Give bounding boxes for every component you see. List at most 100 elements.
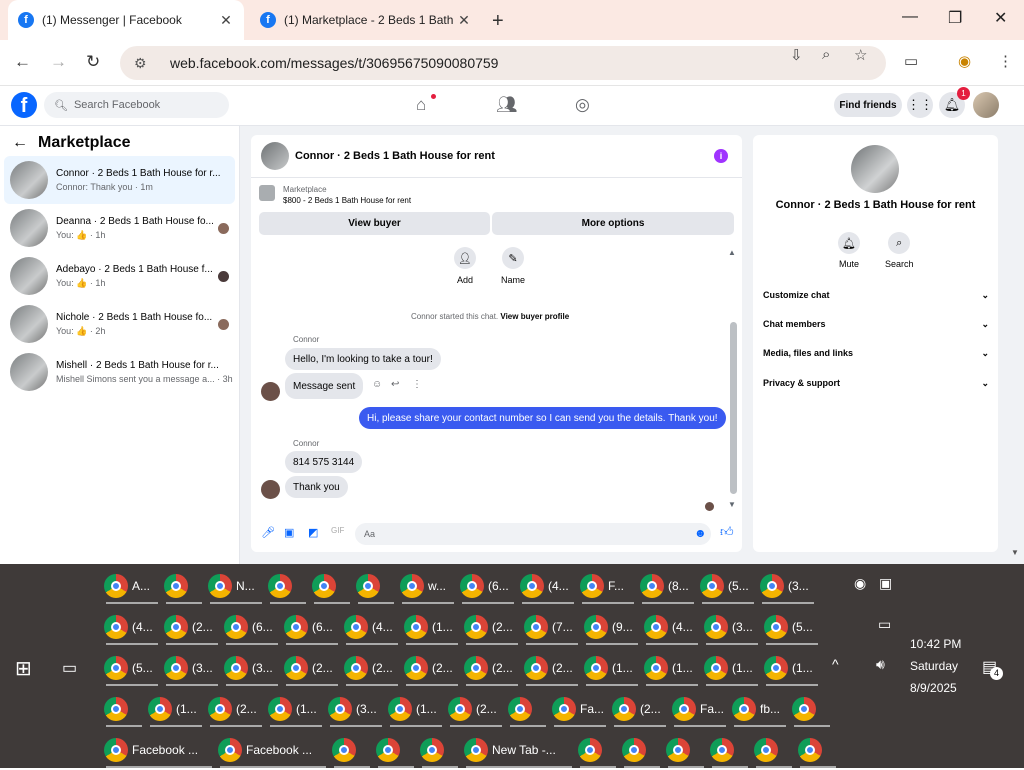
groups-icon[interactable]: ◎ <box>575 95 590 115</box>
taskbar-app-button[interactable]: (1... <box>644 650 700 686</box>
taskbar-app-button[interactable]: A... <box>104 568 160 604</box>
photo-icon[interactable]: ▣ <box>284 526 294 539</box>
close-window-button[interactable]: ✕ <box>994 8 1007 28</box>
taskbar-app-button[interactable]: (2... <box>344 650 400 686</box>
close-tab-icon[interactable]: ✕ <box>456 12 472 29</box>
taskbar-app-button[interactable] <box>792 691 832 727</box>
taskbar-app-button[interactable]: (6... <box>224 609 280 645</box>
taskbar-app-button[interactable] <box>332 732 372 768</box>
reply-icon[interactable]: ↩ <box>391 379 399 390</box>
taskbar-app-button[interactable] <box>104 691 144 727</box>
thumbs-up-icon[interactable]: 👍︎ <box>720 524 734 540</box>
taskbar-app-button[interactable]: fb... <box>732 691 788 727</box>
restore-button[interactable]: ❐ <box>948 8 962 28</box>
profile-icon[interactable]: ◉ <box>958 52 971 70</box>
taskbar-app-button[interactable]: (1... <box>148 691 204 727</box>
add-action[interactable]: 👤︎ Add <box>454 247 476 285</box>
taskbar-app-button[interactable]: (2... <box>464 609 520 645</box>
mute-button[interactable]: 🔔︎ Mute <box>838 232 860 269</box>
taskbar-app-button[interactable]: (3... <box>704 609 760 645</box>
sticker-icon[interactable]: ◩ <box>308 526 318 539</box>
privacy-support-row[interactable]: Privacy & support ⌄ <box>763 378 989 389</box>
taskbar-app-button[interactable]: (3... <box>760 568 816 604</box>
taskbar-app-button[interactable] <box>622 732 662 768</box>
zoom-icon[interactable]: ⌕ <box>822 46 830 63</box>
clock-day[interactable]: Saturday <box>910 659 958 673</box>
facebook-logo-icon[interactable]: f <box>11 92 37 118</box>
clock-time[interactable]: 10:42 PM <box>910 637 961 651</box>
taskbar-app-button[interactable]: Fa... <box>552 691 608 727</box>
taskbar-app-button[interactable] <box>710 732 750 768</box>
info-icon[interactable]: i <box>714 149 728 163</box>
bookmark-star-icon[interactable]: ☆ <box>854 46 867 64</box>
account-avatar[interactable] <box>973 92 999 118</box>
taskbar-app-button[interactable]: F... <box>580 568 636 604</box>
conversation-item[interactable]: Nichole · 2 Beds 1 Bath House fo... You: … <box>4 300 235 348</box>
camera-icon[interactable]: ▣ <box>879 575 892 592</box>
taskbar-app-button[interactable]: (7... <box>524 609 580 645</box>
conversation-item[interactable]: Deanna · 2 Beds 1 Bath House fo... You: 👍… <box>4 204 235 252</box>
cast-icon[interactable]: ▭ <box>904 52 918 70</box>
taskbar-app-button[interactable]: N... <box>208 568 264 604</box>
page-scroll-down-icon[interactable]: ▼ <box>1011 548 1019 557</box>
react-emoji-icon[interactable]: ☺ <box>372 379 382 390</box>
more-icon[interactable]: ⋮ <box>412 379 422 390</box>
view-buyer-profile-link[interactable]: View buyer profile <box>500 312 569 321</box>
taskbar-app-button[interactable] <box>356 568 396 604</box>
taskbar-app-button[interactable]: (8... <box>640 568 696 604</box>
chat-members-row[interactable]: Chat members ⌄ <box>763 319 989 330</box>
taskbar-app-button[interactable]: (1... <box>268 691 324 727</box>
view-buyer-button[interactable]: View buyer <box>259 212 490 235</box>
emoji-icon[interactable]: ☻ <box>694 526 707 540</box>
home-icon[interactable]: ⌂ <box>416 95 426 115</box>
conversation-item[interactable]: Connor · 2 Beds 1 Bath House for r... Con… <box>4 156 235 204</box>
taskbar-app-button[interactable] <box>666 732 706 768</box>
media-files-links-row[interactable]: Media, files and links ⌄ <box>763 348 989 359</box>
taskbar-app-button[interactable]: (2... <box>404 650 460 686</box>
chat-scrollbar[interactable]: ▲ ▼ <box>728 245 740 510</box>
taskbar-app-button[interactable]: (4... <box>104 609 160 645</box>
chat-title[interactable]: Connor · 2 Beds 1 Bath House for rent <box>295 150 495 162</box>
conversation-item[interactable]: Mishell · 2 Beds 1 Bath House for r... Mi… <box>4 348 235 396</box>
customize-chat-row[interactable]: Customize chat ⌄ <box>763 290 989 301</box>
taskbar-app-button[interactable]: (4... <box>644 609 700 645</box>
install-app-icon[interactable]: ⇩ <box>790 46 803 64</box>
taskbar-app-button[interactable] <box>754 732 794 768</box>
taskbar-app-button[interactable]: (2... <box>164 609 220 645</box>
taskbar-app-button[interactable] <box>312 568 352 604</box>
tab-messenger[interactable]: f (1) Messenger | Facebook ✕ <box>8 0 244 40</box>
taskbar-app-button[interactable]: (4... <box>344 609 400 645</box>
more-options-button[interactable]: More options <box>492 212 734 235</box>
taskbar-app-button[interactable]: (2... <box>612 691 668 727</box>
taskbar-app-button[interactable]: (3... <box>224 650 280 686</box>
taskbar-app-button[interactable]: (3... <box>164 650 220 686</box>
taskbar-app-button[interactable]: (1... <box>388 691 444 727</box>
friends-icon[interactable]: 👥︎ <box>496 95 518 115</box>
tab-marketplace[interactable]: f (1) Marketplace - 2 Beds 1 Bath ✕ <box>250 0 482 40</box>
taskbar-app-button[interactable] <box>268 568 308 604</box>
taskbar-app-button[interactable] <box>798 732 838 768</box>
reload-button[interactable]: ↻ <box>86 52 100 72</box>
message-input[interactable]: Aa <box>355 523 711 545</box>
task-view-icon[interactable]: ▭ <box>62 658 77 678</box>
address-bar[interactable]: ⚙ web.facebook.com/messages/t/3069567509… <box>120 46 886 80</box>
volume-icon[interactable]: 🔊︎ <box>876 656 885 673</box>
scroll-up-arrow-icon[interactable]: ▲ <box>728 248 736 257</box>
scroll-down-arrow-icon[interactable]: ▼ <box>728 500 736 509</box>
taskbar-app-button[interactable]: New Tab -... <box>464 732 574 768</box>
taskbar-app-button[interactable] <box>420 732 460 768</box>
taskbar-app-button[interactable]: (6... <box>284 609 340 645</box>
taskbar-app-button[interactable] <box>376 732 416 768</box>
taskbar-app-button[interactable]: (1... <box>584 650 640 686</box>
taskbar-app-button[interactable]: (9... <box>584 609 640 645</box>
taskbar-app-button[interactable]: (3... <box>328 691 384 727</box>
back-button[interactable]: ← <box>14 52 31 72</box>
gif-icon[interactable]: GIF <box>331 526 344 535</box>
menu-grid-icon[interactable]: ⋮⋮ <box>907 92 933 118</box>
taskbar-app-button[interactable] <box>508 691 548 727</box>
taskbar-app-button[interactable]: (5... <box>764 609 820 645</box>
facebook-search-input[interactable]: 🔍︎ Search Facebook <box>44 92 229 118</box>
taskbar-app-button[interactable]: (2... <box>208 691 264 727</box>
taskbar-app-button[interactable]: (1... <box>704 650 760 686</box>
taskbar-app-button[interactable]: (2... <box>464 650 520 686</box>
